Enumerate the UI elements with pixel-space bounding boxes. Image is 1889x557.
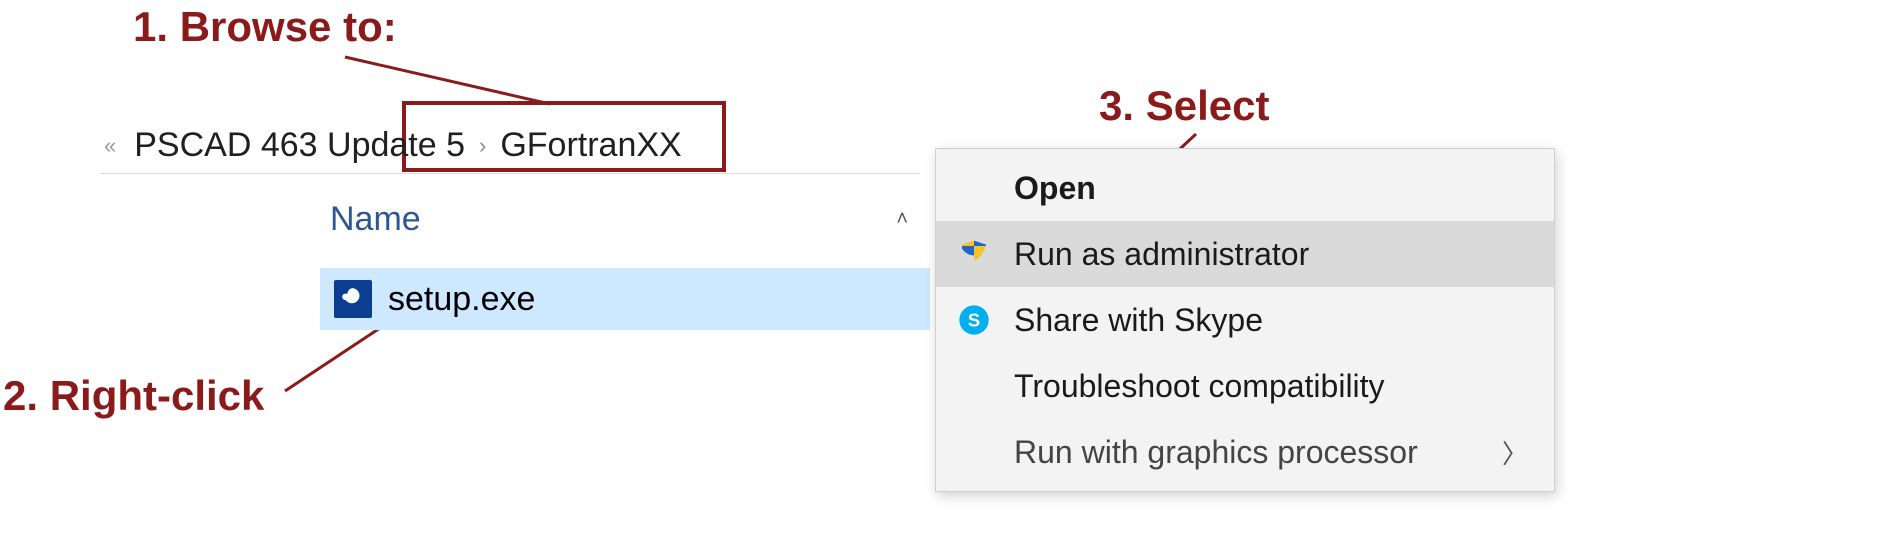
breadcrumb-current[interactable]: GFortranXX: [500, 126, 681, 165]
ctx-troubleshoot-label: Troubleshoot compatibility: [1014, 368, 1528, 405]
skype-icon: S: [954, 304, 994, 336]
column-header-name[interactable]: Name ˄: [330, 200, 920, 239]
context-menu: Open Run as administrator S Share with S…: [935, 148, 1555, 492]
ctx-run-admin-label: Run as administrator: [1014, 236, 1528, 273]
column-header-label: Name: [330, 200, 421, 239]
ctx-run-gpu[interactable]: Run with graphics processor 〉: [936, 419, 1554, 485]
chevron-right-icon: 〉: [1502, 434, 1528, 471]
callout-step3: 3. Select: [1099, 82, 1269, 130]
ctx-open-label: Open: [1014, 170, 1528, 207]
ctx-run-gpu-label: Run with graphics processor: [1014, 434, 1482, 471]
sort-asc-icon: ˄: [896, 208, 908, 231]
callout-step1: 1. Browse to:: [133, 3, 397, 51]
installer-icon: [334, 280, 372, 318]
breadcrumb-parent[interactable]: PSCAD 463 Update 5: [134, 126, 465, 165]
ctx-share-skype-label: Share with Skype: [1014, 302, 1528, 339]
ctx-open[interactable]: Open: [936, 155, 1554, 221]
ctx-troubleshoot[interactable]: Troubleshoot compatibility: [936, 353, 1554, 419]
breadcrumb: « PSCAD 463 Update 5 › GFortranXX: [100, 118, 920, 174]
file-row-setup[interactable]: setup.exe: [320, 268, 930, 330]
callout-step2: 2. Right-click: [3, 372, 264, 420]
ctx-run-admin[interactable]: Run as administrator: [936, 221, 1554, 287]
ctx-share-skype[interactable]: S Share with Skype: [936, 287, 1554, 353]
shield-icon: [954, 238, 994, 270]
breadcrumb-back-icon[interactable]: «: [100, 133, 120, 159]
chevron-right-icon: ›: [479, 133, 486, 159]
file-name: setup.exe: [388, 280, 535, 319]
svg-text:S: S: [968, 310, 980, 331]
